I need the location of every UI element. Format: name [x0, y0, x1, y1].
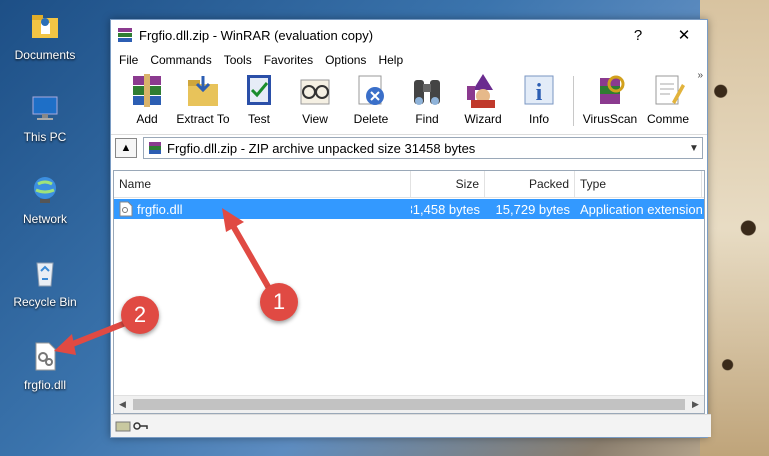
step-badge-2: 2 — [121, 296, 159, 334]
annotation-arrows — [54, 208, 273, 355]
step-badge-1: 1 — [260, 283, 298, 321]
